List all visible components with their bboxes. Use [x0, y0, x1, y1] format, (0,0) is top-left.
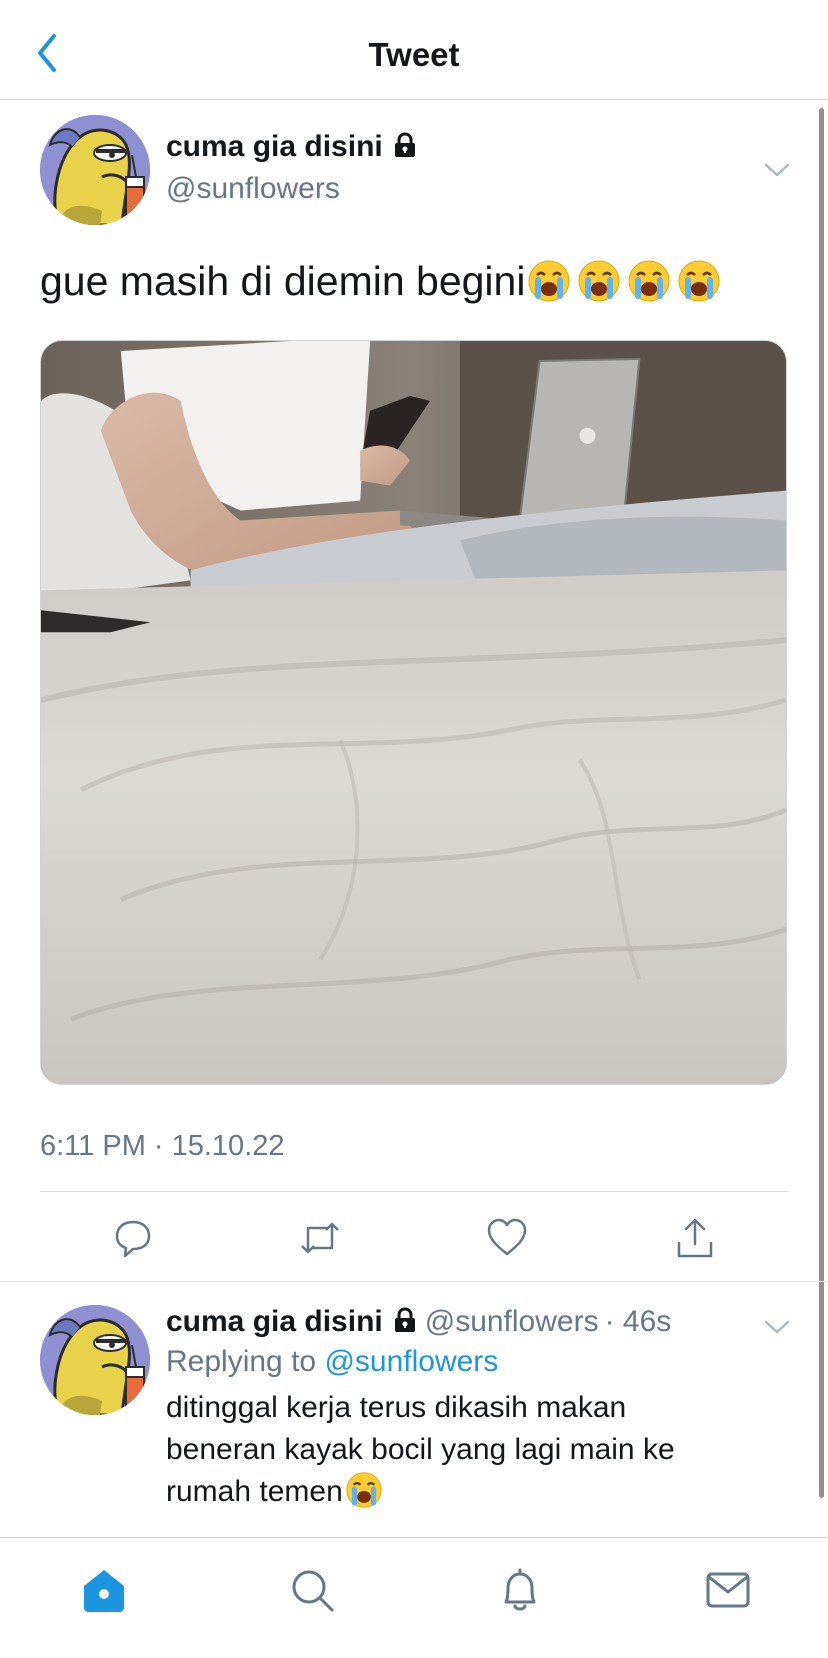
display-name[interactable]: cuma gia disini [166, 1305, 383, 1338]
emoji-group [525, 258, 721, 304]
chevron-down-icon[interactable] [762, 1317, 792, 1337]
loudly-crying-face-icon [528, 260, 570, 302]
replying-to: Replying to @sunflowers [166, 1345, 498, 1379]
loudly-crying-face-icon [578, 260, 620, 302]
like-button[interactable] [485, 1216, 529, 1260]
reply-icon [115, 1220, 151, 1258]
home-icon [84, 1570, 124, 1612]
tab-home[interactable] [80, 1566, 128, 1614]
chevron-down-icon[interactable] [762, 160, 792, 180]
bottom-tab-bar [0, 1537, 828, 1658]
reply-header: cuma gia disini @sunflowers · 46s [166, 1305, 671, 1339]
reply-tweet[interactable]: cuma gia disini @sunflowers · 46s Replyin… [0, 1283, 828, 1537]
tweet-timestamp: 6:11 PM · 15.10.22 [40, 1130, 285, 1162]
tweet-photo[interactable] [40, 340, 787, 1085]
tab-search[interactable] [288, 1566, 336, 1614]
top-bar: Tweet [0, 0, 828, 100]
tweet-text-body: gue masih di diemin begini [40, 258, 526, 304]
reply-text-body: ditinggal kerja terus dikasih makan bene… [166, 1391, 675, 1508]
divider [40, 1191, 788, 1192]
reply-button[interactable] [111, 1216, 155, 1260]
tweet-actions [0, 1198, 828, 1278]
replying-prefix: Replying to [166, 1345, 317, 1378]
lock-icon [394, 1307, 415, 1332]
share-icon [677, 1218, 713, 1258]
loudly-crying-face-icon [346, 1472, 382, 1508]
replying-to-link[interactable]: @sunflowers [324, 1345, 498, 1378]
display-name-text: cuma gia disini [166, 130, 383, 163]
reply-text: ditinggal kerja terus dikasih makan bene… [166, 1387, 726, 1513]
like-icon [487, 1218, 527, 1256]
reply-time: · 46s [604, 1305, 672, 1338]
display-name[interactable]: cuma gia disini [166, 130, 419, 164]
retweet-button[interactable] [298, 1216, 342, 1260]
tab-messages[interactable] [704, 1566, 752, 1614]
bed-laptop-photo [41, 341, 786, 1084]
handle[interactable]: @sunflowers [166, 172, 340, 206]
tab-notifications[interactable] [496, 1566, 544, 1614]
page-title: Tweet [368, 36, 460, 73]
retweet-icon [301, 1222, 339, 1254]
main-tweet: cuma gia disini @sunflowers gue masih di… [0, 100, 828, 1282]
avatar-fish-image [40, 115, 150, 225]
handle[interactable]: @sunflowers [425, 1305, 599, 1338]
search-icon [292, 1570, 334, 1612]
avatar[interactable] [40, 115, 150, 225]
messages-icon [706, 1572, 750, 1608]
share-button[interactable] [673, 1216, 717, 1260]
loudly-crying-face-icon [628, 260, 670, 302]
lock-icon [394, 132, 415, 157]
tweet-text: gue masih di diemin begini [40, 258, 721, 305]
notifications-icon [504, 1568, 536, 1611]
loudly-crying-face-icon [678, 260, 720, 302]
avatar[interactable] [40, 1305, 150, 1415]
avatar-fish-image [40, 1305, 150, 1415]
